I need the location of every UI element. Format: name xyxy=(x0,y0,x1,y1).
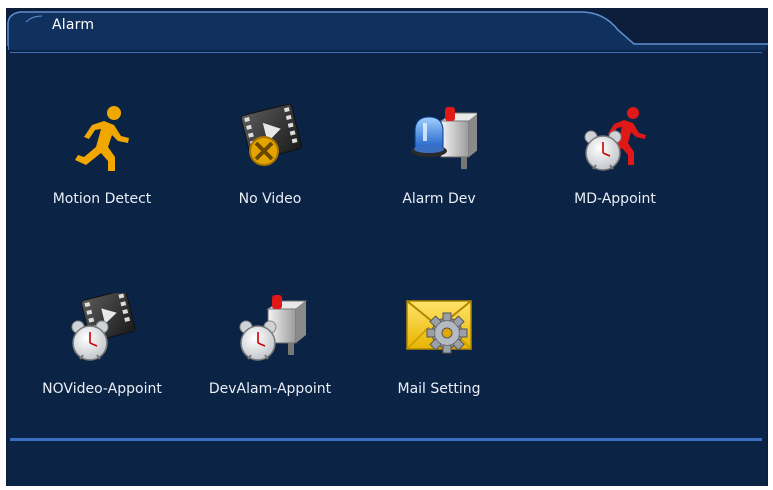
menu-item-mail-setting[interactable]: Mail Setting xyxy=(364,293,514,423)
menu-item-label: DevAlam-Appoint xyxy=(208,381,332,397)
status-bar xyxy=(10,441,762,483)
running-man-icon xyxy=(64,103,140,173)
frame-left xyxy=(6,46,8,486)
alarm-device-icon xyxy=(401,103,481,173)
menu-item-label: Mail Setting xyxy=(397,381,481,397)
alarm-menu-grid: Motion Detect No Video Alarm Dev MD-Appo… xyxy=(10,52,762,439)
menu-item-novideo-appoint[interactable]: NOVideo-Appoint xyxy=(27,290,177,423)
clock-film-icon xyxy=(64,290,140,363)
alarm-window: Alarm Motion Detect No Video Alarm Dev M… xyxy=(6,8,768,486)
menu-item-label: NOVideo-Appoint xyxy=(42,381,162,397)
menu-item-md-appoint[interactable]: MD-Appoint xyxy=(540,103,690,233)
menu-item-motion-detect[interactable]: Motion Detect xyxy=(27,103,177,233)
mail-gear-icon xyxy=(401,293,477,363)
menu-item-devalam-appoint[interactable]: DevAlam-Appoint xyxy=(195,293,345,423)
film-no-video-icon xyxy=(232,103,308,173)
menu-item-alarm-dev[interactable]: Alarm Dev xyxy=(364,103,514,233)
clock-running-man-icon xyxy=(577,103,653,173)
title-bar: Alarm xyxy=(6,8,768,50)
menu-item-label: Alarm Dev xyxy=(402,191,476,207)
menu-item-label: No Video xyxy=(238,191,302,207)
frame-right xyxy=(766,46,768,486)
menu-item-label: MD-Appoint xyxy=(574,191,656,207)
clock-alarm-device-icon xyxy=(232,293,308,363)
menu-item-label: Motion Detect xyxy=(52,191,152,207)
window-title: Alarm xyxy=(52,17,95,33)
menu-item-no-video[interactable]: No Video xyxy=(195,103,345,233)
